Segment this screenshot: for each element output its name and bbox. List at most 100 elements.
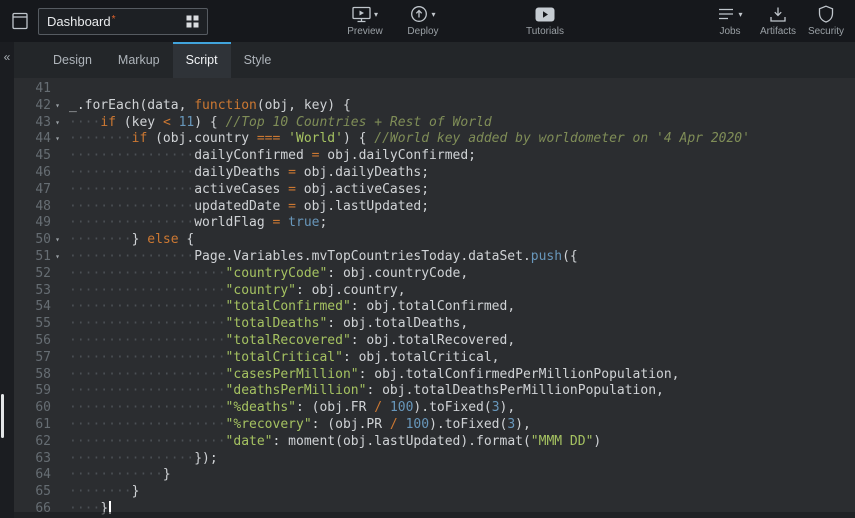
security-label: Security <box>808 26 844 37</box>
deploy-button[interactable]: ▾ Deploy <box>404 5 442 37</box>
code-token: : obj.totalCritical, <box>343 350 500 365</box>
code-line[interactable]: ····················"totalDeaths": obj.t… <box>69 316 855 333</box>
code-token: 11 <box>179 115 195 130</box>
code-token: ({ <box>562 249 578 264</box>
fold-toggle-icon[interactable]: ▾ <box>51 249 64 266</box>
gutter-line[interactable]: 63 <box>14 451 64 468</box>
code-line[interactable]: ················dailyDeaths = obj.dailyD… <box>69 165 855 182</box>
gutter-line[interactable]: 50▾ <box>14 232 64 249</box>
code-line[interactable]: _.forEach(data, function(obj, key) { <box>69 98 855 115</box>
indent-guide-dots: ········ <box>69 131 132 146</box>
tutorials-video-icon <box>535 7 555 22</box>
page-selector[interactable]: Dashboard* <box>38 8 208 35</box>
line-number: 41 <box>35 81 51 98</box>
code-line[interactable]: ············} <box>69 467 855 484</box>
code-token: "totalCritical" <box>226 350 343 365</box>
code-token <box>382 400 390 415</box>
horizontal-scrollbar[interactable] <box>14 512 855 518</box>
fold-spacer <box>51 400 64 417</box>
code-line[interactable]: ················updatedDate = obj.lastUp… <box>69 199 855 216</box>
code-line[interactable]: ················Page.Variables.mvTopCoun… <box>69 249 855 266</box>
gutter-line[interactable]: 55 <box>14 316 64 333</box>
code-token: : (obj.PR <box>312 417 390 432</box>
gutter-line[interactable]: 48 <box>14 199 64 216</box>
page-icon[interactable] <box>10 11 30 31</box>
gutter-line[interactable]: 56 <box>14 333 64 350</box>
gutter-line[interactable]: 59 <box>14 383 64 400</box>
preview-button[interactable]: ▾ Preview <box>346 5 384 37</box>
gutter-line[interactable]: 41 <box>14 81 64 98</box>
code-line[interactable]: ········} else { <box>69 232 855 249</box>
code-pane[interactable]: _.forEach(data, function(obj, key) {····… <box>64 81 855 518</box>
code-line[interactable]: ····················"totalConfirmed": ob… <box>69 299 855 316</box>
code-line[interactable]: ····················"totalRecovered": ob… <box>69 333 855 350</box>
gutter-line[interactable]: 49 <box>14 215 64 232</box>
gutter-line[interactable]: 53 <box>14 283 64 300</box>
gutter-line[interactable]: 44▾ <box>14 131 64 148</box>
indent-guide-dots: ················ <box>69 148 194 163</box>
gutter-line[interactable]: 51▾ <box>14 249 64 266</box>
fold-toggle-icon[interactable]: ▾ <box>51 131 64 148</box>
code-line[interactable]: ········if (obj.country === 'World') { /… <box>69 131 855 148</box>
fold-toggle-icon[interactable]: ▾ <box>51 98 64 115</box>
gutter-line[interactable]: 65 <box>14 484 64 501</box>
gutter-line[interactable]: 42▾ <box>14 98 64 115</box>
code-line[interactable]: ····················"%recovery": (obj.PR… <box>69 417 855 434</box>
gutter-line[interactable]: 57 <box>14 350 64 367</box>
code-line[interactable]: ················dailyConfirmed = obj.dai… <box>69 148 855 165</box>
code-token: { <box>179 232 195 247</box>
code-token: obj.dailyConfirmed; <box>319 148 476 163</box>
code-line[interactable]: ····················"countryCode": obj.c… <box>69 266 855 283</box>
gutter-line[interactable]: 58 <box>14 367 64 384</box>
code-line[interactable]: ················worldFlag = true; <box>69 215 855 232</box>
code-line[interactable] <box>69 81 855 98</box>
line-number: 56 <box>35 333 51 350</box>
fold-spacer <box>51 467 64 484</box>
collapse-panel-button[interactable]: « <box>0 42 14 64</box>
fold-spacer <box>51 417 64 434</box>
tab-markup[interactable]: Markup <box>105 42 173 78</box>
fold-toggle-icon[interactable]: ▾ <box>51 115 64 132</box>
gutter-line[interactable]: 52 <box>14 266 64 283</box>
gutter-line[interactable]: 47 <box>14 182 64 199</box>
fold-toggle-icon[interactable]: ▾ <box>51 232 64 249</box>
fold-spacer <box>51 434 64 451</box>
gutter-line[interactable]: 46 <box>14 165 64 182</box>
preview-label: Preview <box>347 26 383 37</box>
tab-style[interactable]: Style <box>231 42 285 78</box>
gutter-line[interactable]: 61 <box>14 417 64 434</box>
pages-grid-icon[interactable] <box>186 15 199 28</box>
code-line[interactable]: ····················"casesPerMillion": o… <box>69 367 855 384</box>
code-line[interactable]: ····················"date": moment(obj.l… <box>69 434 855 451</box>
artifacts-button[interactable]: Artifacts <box>759 5 797 37</box>
code-line[interactable]: ····················"%deaths": (obj.FR /… <box>69 400 855 417</box>
code-token: dailyDeaths <box>194 165 288 180</box>
tab-script[interactable]: Script <box>173 42 231 78</box>
gutter-line[interactable]: 60 <box>14 400 64 417</box>
gutter-line[interactable]: 43▾ <box>14 115 64 132</box>
tutorials-button[interactable]: Tutorials <box>526 5 564 37</box>
security-button[interactable]: Security <box>807 5 845 37</box>
script-editor[interactable]: 4142▾43▾44▾454647484950▾51▾5253545556575… <box>14 78 855 518</box>
gutter-line[interactable]: 54 <box>14 299 64 316</box>
gutter-line[interactable]: 62 <box>14 434 64 451</box>
left-panel-collapsed[interactable]: « <box>0 42 14 518</box>
code-token <box>280 215 288 230</box>
gutter-line[interactable]: 64 <box>14 467 64 484</box>
code-line[interactable]: ········} <box>69 484 855 501</box>
indent-guide-dots: ···················· <box>69 316 226 331</box>
jobs-button[interactable]: ▾ Jobs <box>711 5 749 37</box>
gutter-line[interactable]: 45 <box>14 148 64 165</box>
line-number: 65 <box>35 484 51 501</box>
code-line[interactable]: ················activeCases = obj.active… <box>69 182 855 199</box>
code-line[interactable]: ····················"deathsPerMillion": … <box>69 383 855 400</box>
code-token: = <box>288 165 296 180</box>
fold-spacer <box>51 333 64 350</box>
left-scrollbar-thumb[interactable] <box>1 394 4 438</box>
code-token: push <box>531 249 562 264</box>
tab-design[interactable]: Design <box>40 42 105 78</box>
code-line[interactable]: ····················"totalCritical": obj… <box>69 350 855 367</box>
code-line[interactable]: ················}); <box>69 451 855 468</box>
code-line[interactable]: ····················"country": obj.count… <box>69 283 855 300</box>
code-line[interactable]: ····if (key < 11) { //Top 10 Countries +… <box>69 115 855 132</box>
